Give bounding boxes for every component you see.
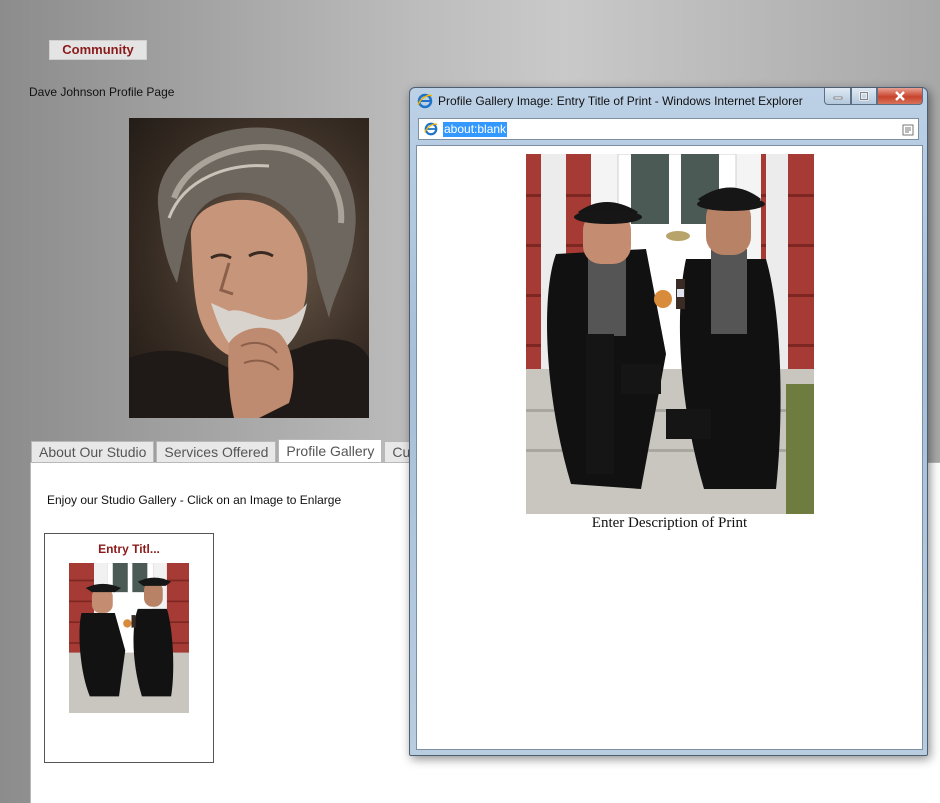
popup-title: Profile Gallery Image: Entry Title of Pr… bbox=[438, 94, 803, 108]
close-icon bbox=[895, 91, 905, 101]
gallery-entry-card[interactable]: Entry Titl... bbox=[44, 533, 214, 763]
popup-titlebar[interactable]: Profile Gallery Image: Entry Title of Pr… bbox=[410, 88, 927, 114]
minimize-button[interactable] bbox=[824, 88, 851, 105]
internet-explorer-icon bbox=[417, 93, 433, 114]
community-button[interactable]: Community bbox=[49, 40, 147, 60]
maximize-icon bbox=[859, 91, 869, 101]
maximize-button[interactable] bbox=[851, 88, 877, 105]
gallery-intro-text: Enjoy our Studio Gallery - Click on an I… bbox=[47, 493, 342, 507]
address-bar[interactable]: about:blank bbox=[418, 118, 919, 140]
close-button[interactable] bbox=[877, 88, 923, 105]
print-description: Enter Description of Print bbox=[591, 515, 748, 531]
popup-content: Enter Description of Print bbox=[416, 145, 923, 750]
compatibility-view-icon[interactable] bbox=[902, 123, 914, 141]
tab-about-our-studio[interactable]: About Our Studio bbox=[31, 441, 155, 462]
image-popup-window: Profile Gallery Image: Entry Title of Pr… bbox=[409, 87, 928, 756]
tab-profile-gallery[interactable]: Profile Gallery bbox=[278, 439, 383, 462]
profile-title: Dave Johnson Profile Page bbox=[29, 85, 175, 99]
minimize-icon bbox=[833, 96, 842, 100]
profile-tabs: About Our Studio Services Offered Profil… bbox=[31, 439, 437, 463]
page-icon bbox=[423, 122, 439, 141]
enlarged-print-image bbox=[526, 154, 814, 514]
entry-title[interactable]: Entry Titl... bbox=[45, 542, 213, 556]
window-controls bbox=[824, 88, 923, 106]
entry-thumbnail-image[interactable] bbox=[69, 563, 189, 713]
profile-portrait-image bbox=[129, 118, 369, 418]
tab-services-offered[interactable]: Services Offered bbox=[156, 441, 277, 462]
address-input[interactable]: about:blank bbox=[443, 122, 508, 137]
